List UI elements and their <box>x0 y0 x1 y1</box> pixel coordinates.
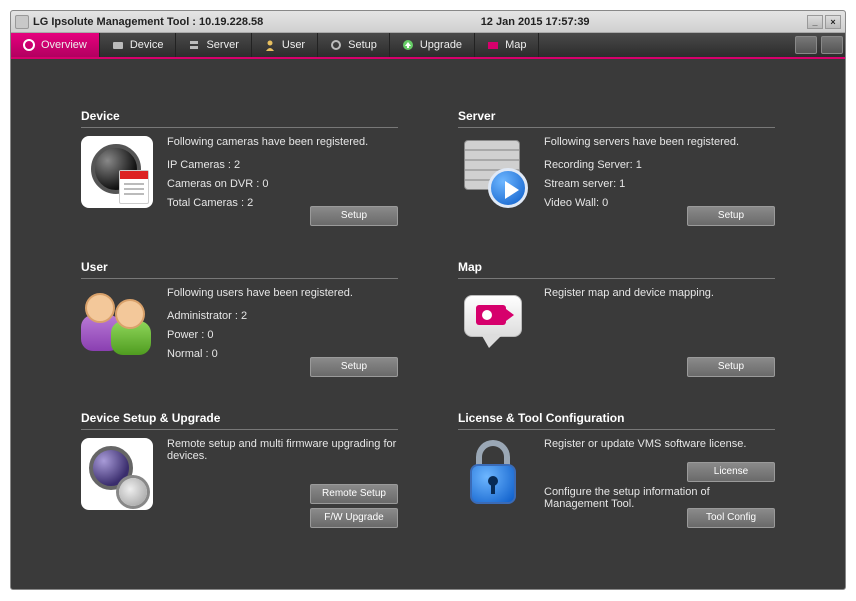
stat-admin: Administrator : 2 <box>167 310 398 322</box>
tab-setup[interactable]: Setup <box>318 33 390 57</box>
server-panel: Server Following servers have been regis… <box>458 109 775 226</box>
titlebar: LG Ipsolute Management Tool : 10.19.228.… <box>11 11 845 33</box>
tab-user[interactable]: User <box>252 33 318 57</box>
device-icon <box>112 39 124 51</box>
stat-ip-cameras: IP Cameras : 2 <box>167 159 398 171</box>
left-column: Device Following cameras have been regis… <box>81 109 398 528</box>
overview-content: Device Following cameras have been regis… <box>11 59 845 548</box>
panel-title: Server <box>458 109 775 123</box>
remote-setup-button[interactable]: Remote Setup <box>310 484 398 504</box>
tab-label: Upgrade <box>420 39 462 51</box>
app-icon <box>15 15 29 29</box>
refresh-button[interactable] <box>795 36 817 54</box>
tabbar: Overview Device Server User Setup <box>11 33 845 59</box>
setup-icon <box>330 39 342 51</box>
server-play-icon <box>458 136 530 208</box>
license-desc: Register or update VMS software license. <box>544 438 775 450</box>
stat-power: Power : 0 <box>167 329 398 341</box>
tab-label: Setup <box>348 39 377 51</box>
stat-dvr-cameras: Cameras on DVR : 0 <box>167 178 398 190</box>
panel-title: License & Tool Configuration <box>458 411 775 425</box>
map-setup-button[interactable]: Setup <box>687 357 775 377</box>
app-window: LG Ipsolute Management Tool : 10.19.228.… <box>10 10 846 590</box>
fw-upgrade-button[interactable]: F/W Upgrade <box>310 508 398 528</box>
tab-label: Overview <box>41 39 87 51</box>
divider <box>81 127 398 128</box>
panel-desc: Following servers have been registered. <box>544 136 775 148</box>
panel-title: Map <box>458 260 775 274</box>
tab-map[interactable]: Map <box>475 33 539 57</box>
panel-desc: Remote setup and multi firmware upgradin… <box>167 438 398 462</box>
tab-overview[interactable]: Overview <box>11 33 100 57</box>
upgrade-panel: Device Setup & Upgrade Remote setup and … <box>81 411 398 528</box>
minimize-button[interactable]: _ <box>807 15 823 29</box>
right-column: Server Following servers have been regis… <box>458 109 775 528</box>
panel-title: Device Setup & Upgrade <box>81 411 398 425</box>
tab-label: User <box>282 39 305 51</box>
license-button[interactable]: License <box>687 462 775 482</box>
user-panel: User Following users have been registere… <box>81 260 398 377</box>
map-panel: Map Register map and device mapping. Set… <box>458 260 775 377</box>
user-icon <box>264 39 276 51</box>
user-setup-button[interactable]: Setup <box>310 357 398 377</box>
license-panel: License & Tool Configuration Register or… <box>458 411 775 528</box>
tool-config-button[interactable]: Tool Config <box>687 508 775 528</box>
app-title: LG Ipsolute Management Tool : 10.19.228.… <box>33 16 263 28</box>
divider <box>81 429 398 430</box>
device-setup-button[interactable]: Setup <box>310 206 398 226</box>
divider <box>458 127 775 128</box>
upgrade-icon <box>402 39 414 51</box>
tab-label: Map <box>505 39 526 51</box>
panel-title: Device <box>81 109 398 123</box>
help-button[interactable] <box>821 36 843 54</box>
overview-icon <box>23 39 35 51</box>
map-icon <box>487 39 499 51</box>
tab-label: Server <box>206 39 238 51</box>
map-bubble-icon <box>458 287 530 359</box>
divider <box>81 278 398 279</box>
camera-icon <box>81 136 153 208</box>
toolconfig-desc: Configure the setup information of Manag… <box>544 486 775 510</box>
server-setup-button[interactable]: Setup <box>687 206 775 226</box>
users-icon <box>81 287 153 359</box>
camera-gear-icon <box>81 438 153 510</box>
panel-desc: Following users have been registered. <box>167 287 398 299</box>
stat-recording: Recording Server: 1 <box>544 159 775 171</box>
close-button[interactable]: × <box>825 15 841 29</box>
panel-title: User <box>81 260 398 274</box>
divider <box>458 429 775 430</box>
tab-upgrade[interactable]: Upgrade <box>390 33 475 57</box>
divider <box>458 278 775 279</box>
window-controls: _ × <box>807 15 841 29</box>
tab-device[interactable]: Device <box>100 33 177 57</box>
stat-stream: Stream server: 1 <box>544 178 775 190</box>
tab-label: Device <box>130 39 164 51</box>
server-icon <box>188 39 200 51</box>
device-panel: Device Following cameras have been regis… <box>81 109 398 226</box>
panel-desc: Register map and device mapping. <box>544 287 775 299</box>
lock-icon <box>458 438 530 510</box>
panel-desc: Following cameras have been registered. <box>167 136 398 148</box>
datetime: 12 Jan 2015 17:57:39 <box>263 16 807 28</box>
tab-server[interactable]: Server <box>176 33 251 57</box>
